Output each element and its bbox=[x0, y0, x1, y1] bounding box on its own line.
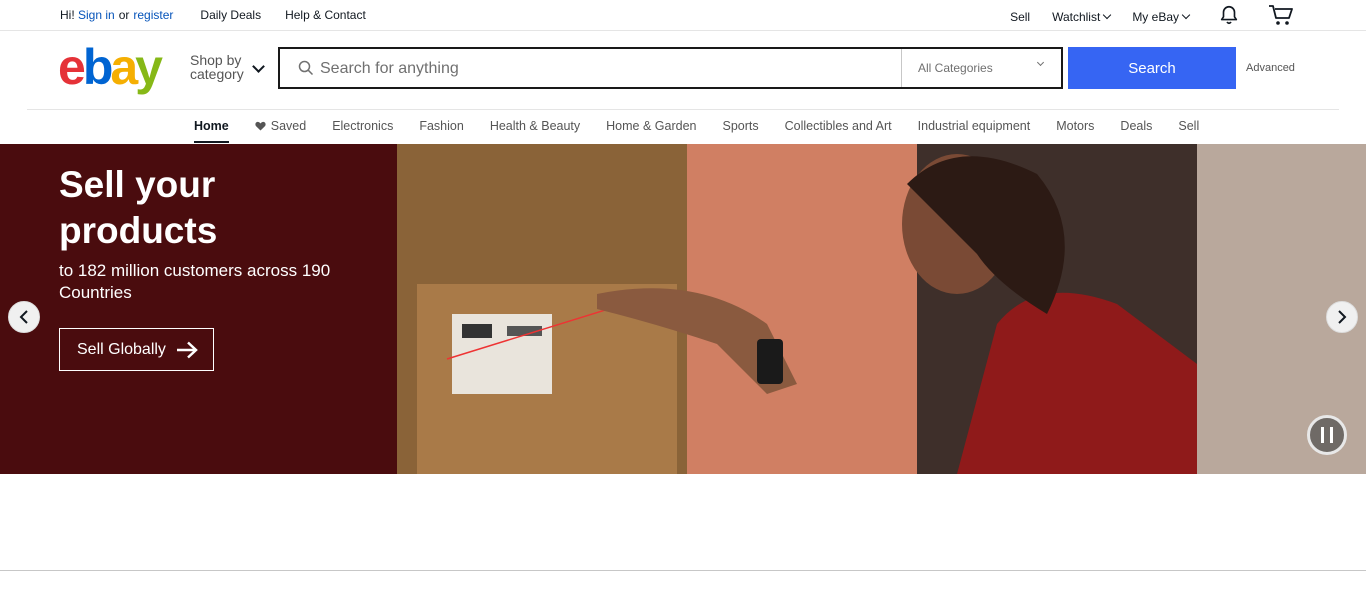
chevron-down-icon bbox=[1103, 10, 1112, 20]
nav-item-label: Sell bbox=[1178, 119, 1200, 133]
nav-item-label: Deals bbox=[1120, 119, 1153, 133]
nav-item-collectibles-art[interactable]: Collectibles and Art bbox=[785, 119, 892, 143]
help-contact-link[interactable]: Help & Contact bbox=[285, 8, 366, 22]
nav-item-motors[interactable]: Motors bbox=[1056, 119, 1094, 143]
ebay-logo[interactable]: ebay bbox=[58, 39, 163, 95]
shop-by-category-button[interactable]: Shop by category bbox=[190, 53, 244, 81]
banner-photo-illustration bbox=[397, 144, 1366, 474]
topbar-right: Sell Watchlist My eBay bbox=[1010, 5, 1294, 26]
top-utility-bar: Hi! Sign in or register Daily Deals Help… bbox=[0, 0, 1366, 31]
logo-letter-y: y bbox=[135, 39, 163, 95]
nav-item-label: Home bbox=[194, 119, 229, 133]
nav-item-label: Saved bbox=[270, 119, 307, 133]
search-icon bbox=[298, 60, 314, 76]
carousel-pause-button[interactable] bbox=[1307, 415, 1347, 455]
nav-item-label: Health & Beauty bbox=[489, 119, 581, 133]
category-nav: Home Saved Electronics Fashion Health & … bbox=[194, 119, 1225, 143]
nav-item-home[interactable]: Home bbox=[194, 119, 229, 143]
my-ebay-label: My eBay bbox=[1132, 10, 1179, 24]
chevron-down-icon bbox=[252, 60, 265, 73]
banner-title: Sell your products bbox=[59, 164, 218, 251]
category-select-value: All Categories bbox=[918, 61, 993, 75]
daily-deals-link[interactable]: Daily Deals bbox=[200, 8, 261, 22]
shop-by-line1: Shop by bbox=[190, 52, 242, 68]
nav-item-saved[interactable]: Saved bbox=[255, 119, 306, 143]
shop-by-line2: category bbox=[190, 66, 244, 82]
section-divider bbox=[0, 570, 1366, 571]
chevron-down-icon bbox=[1036, 58, 1045, 67]
header-divider bbox=[27, 109, 1339, 110]
nav-item-industrial-equipment[interactable]: Industrial equipment bbox=[918, 119, 1031, 143]
register-link[interactable]: register bbox=[133, 8, 173, 22]
nav-item-electronics[interactable]: Electronics bbox=[332, 119, 393, 143]
chevron-right-icon bbox=[1338, 310, 1347, 324]
nav-item-label: Motors bbox=[1056, 119, 1095, 133]
sell-link[interactable]: Sell bbox=[1010, 10, 1030, 24]
banner-photo bbox=[397, 144, 1366, 474]
heart-icon bbox=[255, 121, 266, 131]
hero-banner[interactable]: Sell your products to 182 million custom… bbox=[0, 144, 1366, 474]
nav-item-sports[interactable]: Sports bbox=[722, 119, 758, 143]
carousel-prev-button[interactable] bbox=[8, 301, 40, 333]
logo-letter-a: a bbox=[110, 39, 138, 95]
logo-letter-e: e bbox=[58, 39, 86, 95]
nav-item-sell[interactable]: Sell bbox=[1178, 119, 1199, 143]
cart-icon[interactable] bbox=[1268, 4, 1294, 26]
carousel-next-button[interactable] bbox=[1326, 301, 1358, 333]
nav-item-fashion[interactable]: Fashion bbox=[419, 119, 463, 143]
bell-icon[interactable] bbox=[1218, 4, 1240, 26]
nav-item-label: Collectibles and Art bbox=[784, 119, 892, 133]
sell-globally-label: Sell Globally bbox=[77, 340, 166, 358]
search-button[interactable]: Search bbox=[1068, 47, 1236, 89]
sign-in-link[interactable]: Sign in bbox=[78, 8, 115, 22]
category-select[interactable]: All Categories bbox=[901, 49, 1061, 87]
arrow-right-icon bbox=[176, 341, 198, 358]
greeting-text: Hi! bbox=[60, 8, 75, 22]
nav-item-deals[interactable]: Deals bbox=[1120, 119, 1152, 143]
nav-item-home-garden[interactable]: Home & Garden bbox=[606, 119, 696, 143]
chevron-down-icon bbox=[1181, 10, 1191, 20]
search-input[interactable] bbox=[320, 57, 880, 81]
nav-item-label: Electronics bbox=[332, 119, 394, 133]
nav-item-label: Sports bbox=[722, 119, 759, 133]
banner-subtitle: to 182 million customers across 190 Coun… bbox=[59, 261, 331, 302]
chevron-left-icon bbox=[19, 310, 28, 324]
pause-icon-bar bbox=[1330, 427, 1333, 443]
nav-item-health-beauty[interactable]: Health & Beauty bbox=[490, 119, 580, 143]
search-box: All Categories bbox=[278, 47, 1063, 89]
my-ebay-menu[interactable]: My eBay bbox=[1132, 10, 1191, 24]
logo-letter-b: b bbox=[82, 39, 113, 95]
watchlist-label: Watchlist bbox=[1052, 10, 1101, 24]
nav-item-label: Home & Garden bbox=[606, 119, 697, 133]
nav-item-label: Fashion bbox=[419, 119, 464, 133]
or-text: or bbox=[118, 8, 130, 22]
advanced-search-link[interactable]: Advanced bbox=[1246, 62, 1295, 74]
topbar-left: Hi! Sign in or register Daily Deals Help… bbox=[60, 8, 366, 22]
sell-globally-button[interactable]: Sell Globally bbox=[59, 328, 214, 371]
pause-icon-bar bbox=[1321, 427, 1324, 443]
header: ebay Shop by category All Categories Sea… bbox=[0, 31, 1366, 110]
watchlist-menu[interactable]: Watchlist bbox=[1052, 10, 1112, 24]
nav-item-label: Industrial equipment bbox=[917, 119, 1031, 133]
